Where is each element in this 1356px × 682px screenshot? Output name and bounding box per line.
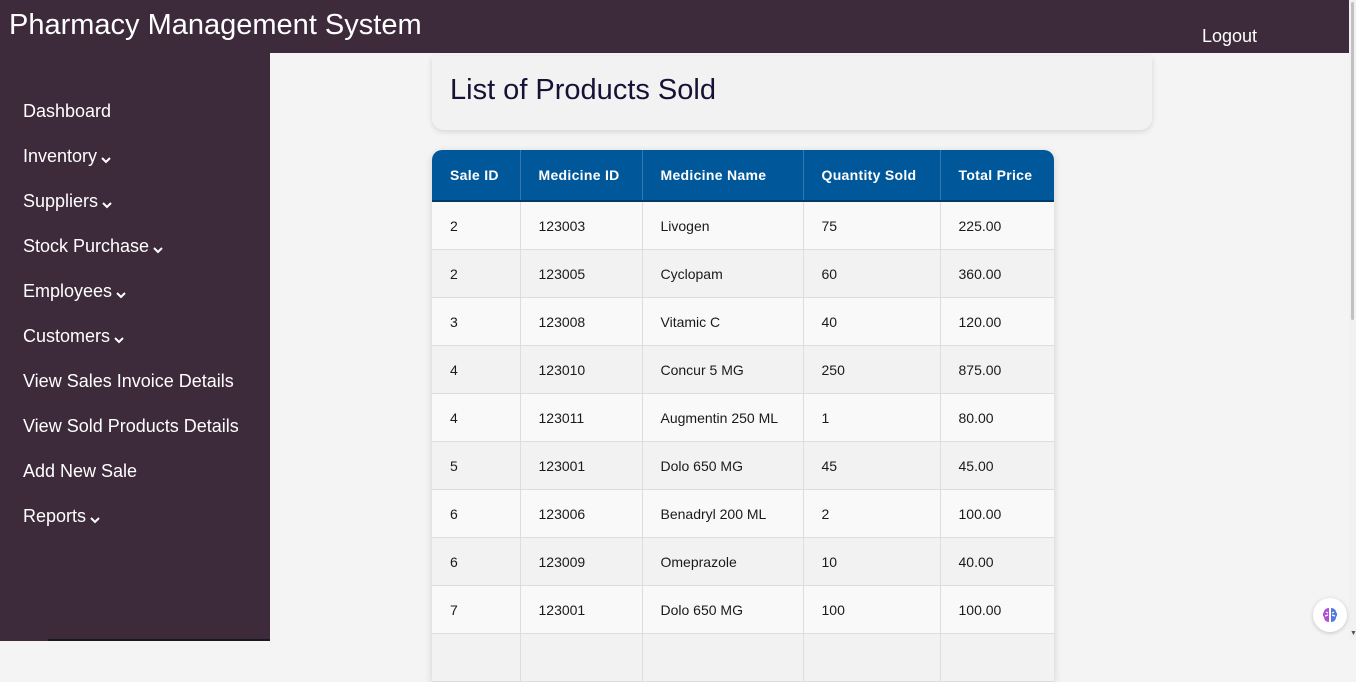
cell-medicine-id: 123010 (520, 345, 643, 394)
title-card: List of Products Sold (432, 56, 1152, 130)
cell-medicine-id: 123001 (520, 441, 643, 490)
table-row: 4 123011 Augmentin 250 ML 1 80.00 (432, 393, 1054, 442)
logout-link[interactable]: Logout (1202, 25, 1257, 47)
sidebar-item-employees[interactable]: Employees (23, 280, 126, 302)
cell-sale-id: 2 (432, 201, 521, 250)
cell-quantity-sold: 2 (803, 489, 941, 538)
table-row: 4 123010 Concur 5 MG 250 875.00 (432, 345, 1054, 394)
cell-quantity-sold: 10 (803, 537, 941, 586)
cell-sale-id: 7 (432, 585, 521, 634)
cell-total-price: 40.00 (940, 537, 1054, 586)
table-row: 3 123008 Vitamic C 40 120.00 (432, 297, 1054, 346)
cell-quantity-sold: 45 (803, 441, 941, 490)
cell-quantity-sold: 40 (803, 297, 941, 346)
cell-total-price: 100.00 (940, 585, 1054, 634)
column-header-medicine-id: Medicine ID (520, 150, 643, 202)
cell-quantity-sold: 1 (803, 393, 941, 442)
cell-medicine-id: 123006 (520, 489, 643, 538)
sidebar-item-view-sold-products-details[interactable]: View Sold Products Details (23, 415, 239, 437)
cell-medicine-id: 123005 (520, 249, 643, 298)
cell-sale-id: 6 (432, 489, 521, 538)
sidebar-item-label: Suppliers (23, 191, 99, 211)
chevron-down-icon (90, 516, 100, 524)
top-header: Pharmacy Management System Logout (0, 0, 1349, 53)
sidebar-item-add-new-sale[interactable]: Add New Sale (23, 460, 137, 482)
cell-sale-id: 4 (432, 345, 521, 394)
cell-medicine-name: Vitamic C (642, 297, 804, 346)
cell-total-price: 120.00 (940, 297, 1054, 346)
cell-total-price: 80.00 (940, 393, 1054, 442)
cell-sale-id: 6 (432, 537, 521, 586)
chevron-down-icon (153, 246, 163, 254)
chevron-down-icon (101, 156, 111, 164)
cell-sale-id: 5 (432, 441, 521, 490)
table-row: 2 123003 Livogen 75 225.00 (432, 201, 1054, 250)
app-title: Pharmacy Management System (9, 9, 422, 41)
cell-quantity-sold: 250 (803, 345, 941, 394)
table-row: 7 123001 Dolo 650 MG 100 100.00 (432, 585, 1054, 634)
cell-medicine-name: Omeprazole (642, 537, 804, 586)
cell-quantity-sold: 60 (803, 249, 941, 298)
column-header-sale-id: Sale ID (432, 150, 521, 202)
cell-quantity-sold: 75 (803, 201, 941, 250)
cell-total-price: 875.00 (940, 345, 1054, 394)
cell-medicine-name: Augmentin 250 ML (642, 393, 804, 442)
sidebar-item-label: Customers (23, 326, 111, 346)
sidebar-item-label: Employees (23, 281, 113, 301)
table-header-row: Sale ID Medicine ID Medicine Name Quanti… (432, 150, 1054, 202)
vertical-scrollbar[interactable]: ▼ (1349, 0, 1356, 641)
main-content: List of Products Sold Sale ID Medicine I… (270, 53, 1349, 682)
sidebar-item-customers[interactable]: Customers (23, 325, 124, 347)
sidebar-item-label: Reports (23, 506, 87, 526)
column-header-medicine-name: Medicine Name (642, 150, 804, 202)
sidebar: Dashboard Inventory Suppliers Stock Purc… (0, 53, 270, 641)
sidebar-item-label: Stock Purchase (23, 236, 150, 256)
cell-sale-id: 4 (432, 393, 521, 442)
cell-medicine-id: 123009 (520, 537, 643, 586)
cell-total-price: 100.00 (940, 489, 1054, 538)
cell-medicine-name: Concur 5 MG (642, 345, 804, 394)
table-row: 6 123006 Benadryl 200 ML 2 100.00 (432, 489, 1054, 538)
sidebar-item-suppliers[interactable]: Suppliers (23, 190, 112, 212)
table-row: 5 123001 Dolo 650 MG 45 45.00 (432, 441, 1054, 490)
sidebar-item-label: Inventory (23, 146, 98, 166)
cell-medicine-name: Dolo 650 MG (642, 585, 804, 634)
chevron-down-icon (116, 291, 126, 299)
column-header-quantity-sold: Quantity Sold (803, 150, 941, 202)
sidebar-item-reports[interactable]: Reports (23, 505, 100, 527)
cell-medicine-name: Livogen (642, 201, 804, 250)
cell-sale-id: 3 (432, 297, 521, 346)
cell-medicine-name: Benadryl 200 ML (642, 489, 804, 538)
sidebar-item-label: Add New Sale (23, 461, 138, 481)
cell-medicine-name: Dolo 650 MG (642, 441, 804, 490)
cell-sale-id: 2 (432, 249, 521, 298)
cell-medicine-id: 123001 (520, 585, 643, 634)
chevron-down-icon (102, 201, 112, 209)
cell-total-price: 225.00 (940, 201, 1054, 250)
sidebar-item-view-sales-invoice-details[interactable]: View Sales Invoice Details (23, 370, 234, 392)
table-row: 6 123009 Omeprazole 10 40.00 (432, 537, 1054, 586)
cell-medicine-id: 123008 (520, 297, 643, 346)
sidebar-item-label: View Sold Products Details (23, 416, 239, 436)
scrollbar-thumb[interactable] (1351, 2, 1354, 320)
cell-total-price: 360.00 (940, 249, 1054, 298)
cell-medicine-id: 123011 (520, 393, 643, 442)
scroll-down-arrow-icon[interactable]: ▼ (1350, 630, 1356, 638)
column-header-total-price: Total Price (940, 150, 1054, 202)
assistant-button[interactable] (1313, 598, 1347, 632)
sidebar-item-dashboard[interactable]: Dashboard (23, 100, 111, 122)
sidebar-item-inventory[interactable]: Inventory (23, 145, 111, 167)
sidebar-item-label: Dashboard (23, 101, 112, 121)
sidebar-item-label: View Sales Invoice Details (23, 371, 234, 391)
cell-quantity-sold: 100 (803, 585, 941, 634)
sold-products-table: Sale ID Medicine ID Medicine Name Quanti… (432, 150, 1054, 682)
cell-medicine-name: Cyclopam (642, 249, 804, 298)
chevron-down-icon (114, 336, 124, 344)
cell-medicine-id: 123003 (520, 201, 643, 250)
page-title: List of Products Sold (450, 74, 716, 106)
cell-total-price: 45.00 (940, 441, 1054, 490)
table-row: 2 123005 Cyclopam 60 360.00 (432, 249, 1054, 298)
sidebar-item-stock-purchase[interactable]: Stock Purchase (23, 235, 163, 257)
